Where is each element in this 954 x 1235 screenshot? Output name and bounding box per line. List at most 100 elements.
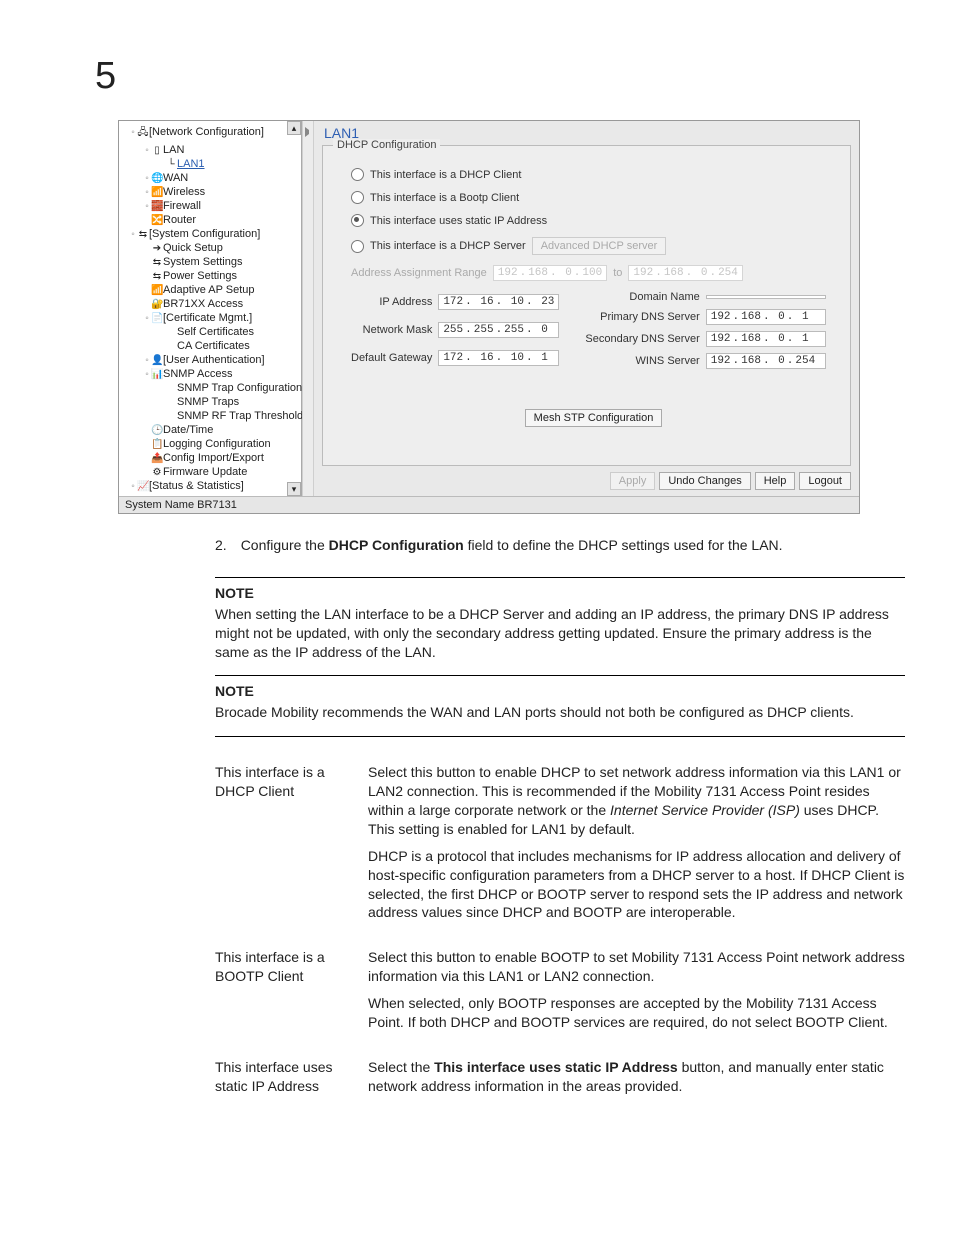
tree-item[interactable]: ◦👤[User Authentication] bbox=[129, 353, 301, 367]
param-row: This interface is a DHCP ClientSelect th… bbox=[215, 763, 905, 930]
tree-node-icon: 📈 bbox=[137, 481, 149, 492]
gui-window: ▴ ▾ ◦🖧[Network Configuration]◦▯LAN└LAN1◦… bbox=[118, 120, 860, 514]
tree-item[interactable]: ◦📶Wireless bbox=[129, 185, 301, 199]
undo-changes-button[interactable]: Undo Changes bbox=[659, 472, 750, 490]
wins-label: WINS Server bbox=[585, 355, 699, 367]
tree-item[interactable]: ◦📈[Status & Statistics] bbox=[129, 479, 301, 493]
tree-node-label: CA Certificates bbox=[177, 340, 250, 352]
tree-toggle-icon[interactable]: ◦ bbox=[143, 173, 151, 184]
tree-node-label: [User Authentication] bbox=[163, 354, 265, 366]
nav-tree[interactable]: ▴ ▾ ◦🖧[Network Configuration]◦▯LAN└LAN1◦… bbox=[119, 121, 302, 496]
advanced-dhcp-button[interactable]: Advanced DHCP server bbox=[532, 237, 667, 255]
tree-node-label: [Status & Statistics] bbox=[149, 480, 244, 492]
tree-node-icon: 📶 bbox=[151, 285, 163, 296]
tree-node-icon: ▯ bbox=[151, 145, 163, 156]
radio-dhcp-server[interactable] bbox=[351, 240, 364, 253]
tree-item[interactable]: 🔐BR71XX Access bbox=[129, 297, 301, 311]
tree-item[interactable]: 📤Config Import/Export bbox=[129, 451, 301, 465]
tree-node-icon: 📊 bbox=[151, 369, 163, 380]
addr-range-label: Address Assignment Range bbox=[351, 267, 487, 279]
param-row: This interface is a BOOTP ClientSelect t… bbox=[215, 948, 905, 1040]
addr-range-to-input[interactable]: 192 . 168 . 0 . 254 bbox=[628, 265, 742, 281]
tree-toggle-icon[interactable]: ◦ bbox=[129, 127, 137, 138]
radio-static-ip-label: This interface uses static IP Address bbox=[370, 215, 547, 227]
tree-node-icon: 🔐 bbox=[151, 299, 163, 310]
param-desc: Select the This interface uses static IP… bbox=[368, 1058, 905, 1104]
mesh-stp-button[interactable]: Mesh STP Configuration bbox=[525, 409, 663, 427]
param-desc: Select this button to enable DHCP to set… bbox=[368, 763, 905, 930]
tree-node-icon: └ bbox=[165, 159, 177, 170]
tree-item[interactable]: ⇆System Settings bbox=[129, 255, 301, 269]
tree-item[interactable]: ◦⇆[System Configuration] bbox=[129, 227, 301, 241]
note-body: When setting the LAN interface to be a D… bbox=[215, 605, 905, 662]
tree-node-label: Quick Setup bbox=[163, 242, 223, 254]
tree-item[interactable]: ◦📄[Certificate Mgmt.] bbox=[129, 311, 301, 325]
help-button[interactable]: Help bbox=[755, 472, 796, 490]
ip-address-input[interactable]: 172 . 16 . 10 . 23 bbox=[438, 294, 559, 310]
tree-node-icon: 👤 bbox=[151, 355, 163, 366]
tree-toggle-icon[interactable]: ◦ bbox=[143, 313, 151, 324]
logout-button[interactable]: Logout bbox=[799, 472, 851, 490]
tree-item[interactable]: ⇆Power Settings bbox=[129, 269, 301, 283]
scroll-down-icon[interactable]: ▾ bbox=[287, 482, 301, 496]
tree-node-label: System Settings bbox=[163, 256, 242, 268]
wins-input[interactable]: 192 . 168 . 0 . 254 bbox=[706, 353, 826, 369]
tree-item[interactable]: └LAN1 bbox=[129, 157, 301, 171]
tree-item[interactable]: 🕒Date/Time bbox=[129, 423, 301, 437]
note-heading: NOTE bbox=[215, 682, 905, 701]
param-term: This interface is a BOOTP Client bbox=[215, 948, 350, 1040]
tree-node-icon: ⇆ bbox=[151, 257, 163, 268]
splitter-handle[interactable] bbox=[302, 121, 314, 496]
primary-dns-input[interactable]: 192 . 168 . 0 . 1 bbox=[706, 309, 826, 325]
tree-toggle-icon[interactable]: ◦ bbox=[143, 369, 151, 380]
netmask-label: Network Mask bbox=[351, 324, 432, 336]
tree-node-icon: 🌐 bbox=[151, 173, 163, 184]
tree-node-icon: ➔ bbox=[151, 243, 163, 254]
tree-item[interactable]: ◦📊SNMP Access bbox=[129, 367, 301, 381]
tree-item[interactable]: 📶Adaptive AP Setup bbox=[129, 283, 301, 297]
tree-toggle-icon[interactable]: ◦ bbox=[129, 229, 137, 240]
tree-node-label: SNMP RF Trap Thresholds bbox=[177, 410, 309, 422]
group-legend: DHCP Configuration bbox=[333, 139, 440, 151]
status-bar: System Name BR7131 bbox=[119, 496, 859, 513]
tree-item[interactable]: Self Certificates bbox=[129, 325, 301, 339]
tree-toggle-icon[interactable]: ◦ bbox=[143, 355, 151, 366]
domain-name-input[interactable] bbox=[706, 295, 826, 299]
secondary-dns-input[interactable]: 192 . 168 . 0 . 1 bbox=[706, 331, 826, 347]
radio-dhcp-client[interactable] bbox=[351, 168, 364, 181]
radio-dhcp-server-label: This interface is a DHCP Server bbox=[370, 240, 526, 252]
tree-node-icon: ⇆ bbox=[151, 271, 163, 282]
tree-item[interactable]: 📋Logging Configuration bbox=[129, 437, 301, 451]
ip-address-label: IP Address bbox=[351, 296, 432, 308]
tree-item[interactable]: SNMP Trap Configuration bbox=[129, 381, 301, 395]
tree-toggle-icon[interactable]: ◦ bbox=[143, 187, 151, 198]
tree-item[interactable]: ➔Quick Setup bbox=[129, 241, 301, 255]
tree-node-label: [Certificate Mgmt.] bbox=[163, 312, 252, 324]
tree-toggle-icon[interactable]: ◦ bbox=[143, 201, 151, 212]
scroll-up-icon[interactable]: ▴ bbox=[287, 121, 301, 135]
tree-item[interactable]: ⚙Firmware Update bbox=[129, 465, 301, 479]
addr-range-from-input[interactable]: 192 . 168 . 0 . 100 bbox=[493, 265, 607, 281]
tree-item[interactable]: CA Certificates bbox=[129, 339, 301, 353]
gateway-input[interactable]: 172 . 16 . 10 . 1 bbox=[438, 350, 559, 366]
apply-button[interactable]: Apply bbox=[610, 472, 656, 490]
param-term: This interface is a DHCP Client bbox=[215, 763, 350, 930]
tree-item[interactable]: ◦🧱Firewall bbox=[129, 199, 301, 213]
radio-bootp-client[interactable] bbox=[351, 191, 364, 204]
param-row: This interface uses static IP AddressSel… bbox=[215, 1058, 905, 1104]
netmask-input[interactable]: 255 . 255 . 255 . 0 bbox=[438, 322, 559, 338]
tree-item[interactable]: 🔀Router bbox=[129, 213, 301, 227]
tree-toggle-icon[interactable]: ◦ bbox=[129, 481, 137, 492]
tree-item[interactable]: ◦🖧[Network Configuration] bbox=[129, 124, 301, 143]
tree-item[interactable]: ◦🌐WAN bbox=[129, 171, 301, 185]
tree-item[interactable]: SNMP Traps bbox=[129, 395, 301, 409]
tree-node-label: SNMP Trap Configuration bbox=[177, 382, 302, 394]
tree-node-label: Logging Configuration bbox=[163, 438, 271, 450]
tree-node-label: [Network Configuration] bbox=[149, 126, 264, 138]
tree-item[interactable]: ◦▯LAN bbox=[129, 143, 301, 157]
step-2: 2. Configure the DHCP Configuration fiel… bbox=[215, 536, 905, 555]
tree-toggle-icon[interactable]: ◦ bbox=[143, 145, 151, 156]
radio-static-ip[interactable] bbox=[351, 214, 364, 227]
tree-node-label: SNMP Access bbox=[163, 368, 233, 380]
tree-item[interactable]: SNMP RF Trap Thresholds bbox=[129, 409, 301, 423]
